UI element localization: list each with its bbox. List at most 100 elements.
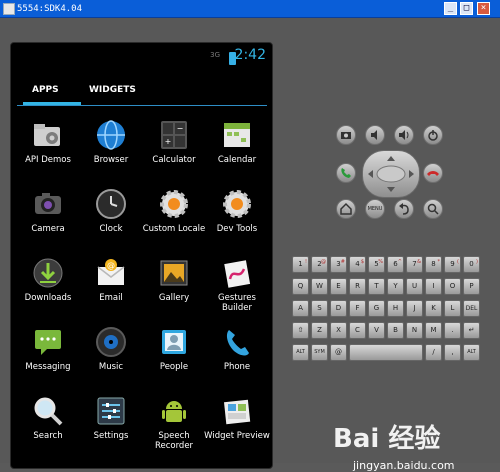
key[interactable]: 3 # (330, 256, 347, 273)
space-key[interactable] (349, 344, 423, 361)
app-icon (3, 3, 15, 15)
delete-key[interactable]: DEL (463, 300, 480, 317)
app-clock[interactable]: Clock (80, 184, 142, 246)
app-camera[interactable]: Camera (17, 184, 79, 246)
app-calculator[interactable]: + − Calculator (143, 115, 205, 177)
key[interactable]: 8 * (425, 256, 442, 273)
key[interactable]: 1! (292, 256, 309, 273)
app-gestures-builder[interactable]: Gestures Builder (206, 253, 268, 315)
key[interactable]: X (330, 322, 347, 339)
search-button[interactable] (423, 199, 443, 219)
app-calendar[interactable]: Calendar (206, 115, 268, 177)
calculator-icon: +− (161, 121, 187, 149)
key[interactable]: @ (330, 344, 347, 361)
app-label: Calculator (152, 155, 196, 165)
key[interactable]: P (463, 278, 480, 295)
call-icon (341, 168, 351, 178)
key[interactable]: Y (387, 278, 404, 295)
app-music[interactable]: Music (80, 322, 142, 384)
app-downloads[interactable]: Downloads (17, 253, 79, 315)
close-button[interactable]: × (477, 2, 490, 15)
android-icon (162, 401, 186, 422)
sym-key[interactable]: SYM (311, 344, 328, 361)
key[interactable]: C (349, 322, 366, 339)
key[interactable]: Z (311, 322, 328, 339)
app-search[interactable]: Search (17, 391, 79, 453)
power-icon (428, 130, 438, 141)
app-people[interactable]: People (143, 322, 205, 384)
volume-down-icon (371, 130, 377, 140)
key[interactable]: B (387, 322, 404, 339)
window-title: 5554:SDK4.04 (17, 4, 83, 14)
dpad[interactable] (362, 150, 420, 198)
app-custom-locale[interactable]: Custom Locale (143, 184, 205, 246)
back-button[interactable] (394, 199, 414, 219)
key[interactable]: G (368, 300, 385, 317)
key[interactable]: , (444, 344, 461, 361)
key[interactable]: 2 @ (311, 256, 328, 273)
signal-indicator: 3G (210, 51, 220, 59)
key[interactable]: 7 & (406, 256, 423, 273)
maximize-button[interactable]: □ (460, 2, 473, 15)
call-button[interactable] (336, 163, 356, 183)
menu-button[interactable]: MENU (365, 199, 385, 219)
key[interactable]: 0) (463, 256, 480, 273)
key[interactable]: D (330, 300, 347, 317)
key-symbol: ^ (397, 259, 402, 265)
key-symbol: * (437, 259, 441, 265)
tab-widgets[interactable]: WIDGETS (89, 85, 136, 95)
key[interactable]: H (387, 300, 404, 317)
app-speech-recorder[interactable]: Speech Recorder (143, 391, 205, 453)
app-dev-tools[interactable]: Dev Tools (206, 184, 268, 246)
app-label: Custom Locale (142, 224, 206, 234)
app-drawer-tabs: APPS WIDGETS (17, 79, 267, 106)
key-label: 7 (412, 260, 417, 268)
key[interactable]: / (425, 344, 442, 361)
key[interactable]: S (311, 300, 328, 317)
key[interactable]: N (406, 322, 423, 339)
app-settings[interactable]: Settings (80, 391, 142, 453)
key[interactable]: U (406, 278, 423, 295)
key[interactable]: 5% (368, 256, 385, 273)
app-email[interactable]: @ Email (80, 253, 142, 315)
power-button[interactable] (423, 125, 443, 145)
key[interactable]: W (311, 278, 328, 295)
alt-key[interactable]: ALT (463, 344, 480, 361)
key[interactable]: I (425, 278, 442, 295)
volume-down-button[interactable] (365, 125, 385, 145)
key[interactable]: V (368, 322, 385, 339)
camera-button[interactable] (336, 125, 356, 145)
key[interactable]: 6 ^ (387, 256, 404, 273)
email-icon: @ (97, 259, 125, 285)
key[interactable]: E (330, 278, 347, 295)
key[interactable]: A (292, 300, 309, 317)
key[interactable]: . (444, 322, 461, 339)
alt-key[interactable]: ALT (292, 344, 309, 361)
key[interactable]: 4 $ (349, 256, 366, 273)
key[interactable]: K (425, 300, 442, 317)
app-messaging[interactable]: Messaging (17, 322, 79, 384)
key[interactable]: R (349, 278, 366, 295)
key[interactable]: M (425, 322, 442, 339)
app-browser[interactable]: Browser (80, 115, 142, 177)
minimize-button[interactable]: _ (444, 2, 457, 15)
end-call-button[interactable] (423, 163, 443, 183)
key[interactable]: J (406, 300, 423, 317)
app-phone[interactable]: Phone (206, 322, 268, 384)
app-widget-preview[interactable]: Widget Preview (204, 391, 270, 453)
key[interactable]: L (444, 300, 461, 317)
key[interactable]: F (349, 300, 366, 317)
app-api-demos[interactable]: API Demos (17, 115, 79, 177)
phone-screen[interactable]: 3G 2:42 APPS WIDGETS API Demos Browser +… (10, 42, 273, 469)
shift-key[interactable]: ⇧ (292, 322, 309, 339)
key[interactable]: T (368, 278, 385, 295)
key[interactable]: 9( (444, 256, 461, 273)
enter-key[interactable]: ↵ (463, 322, 480, 339)
app-gallery[interactable]: Gallery (143, 253, 205, 315)
key[interactable]: O (444, 278, 461, 295)
tab-apps[interactable]: APPS (32, 85, 59, 95)
home-button[interactable] (336, 199, 356, 219)
key[interactable]: Q (292, 278, 309, 295)
volume-up-icon (399, 130, 409, 140)
volume-up-button[interactable] (394, 125, 414, 145)
